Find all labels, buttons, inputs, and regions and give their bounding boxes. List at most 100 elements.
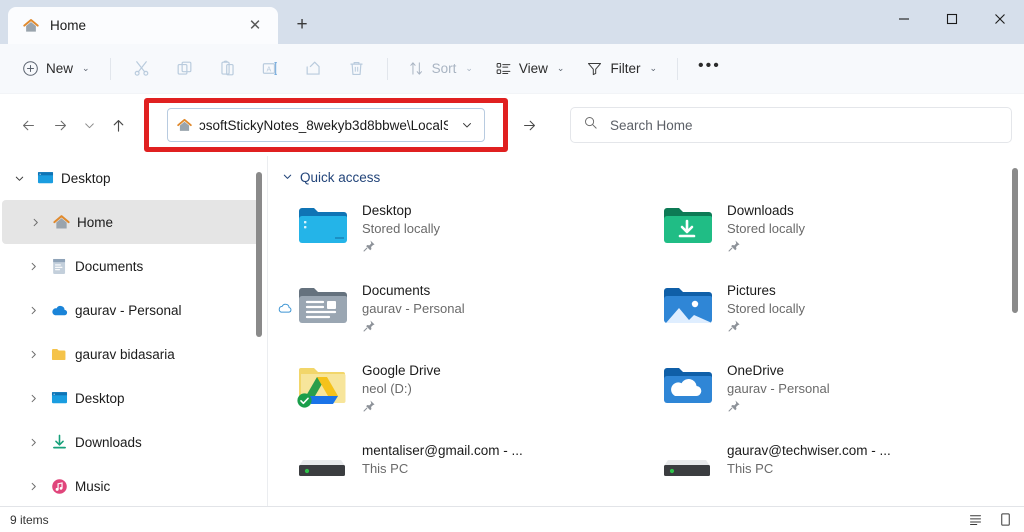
- quick-access-tile[interactable]: Google Drive neol (D:): [294, 351, 659, 431]
- maximize-button[interactable]: [928, 0, 976, 38]
- sidebar-scrollbar[interactable]: [253, 164, 265, 506]
- arrow-up-icon: [113, 119, 123, 132]
- tile-name: Desktop: [362, 203, 412, 218]
- plus-circle-icon: [23, 61, 38, 76]
- sort-button[interactable]: Sort ⌄: [398, 52, 483, 86]
- view-button[interactable]: View ⌄: [485, 52, 575, 86]
- delete-button[interactable]: [336, 52, 377, 86]
- search-input[interactable]: Search Home: [610, 118, 693, 133]
- tile-subtitle: neol (D:): [362, 381, 412, 396]
- chevron-right-icon[interactable]: [22, 255, 44, 277]
- sidebar-item-desktop[interactable]: Desktop: [0, 376, 267, 420]
- more-icon: •••: [698, 57, 721, 75]
- chevron-right-icon[interactable]: [22, 475, 44, 497]
- tile-name: Documents: [362, 283, 431, 298]
- minimize-button[interactable]: [880, 0, 928, 38]
- quick-access-tile[interactable]: Desktop Stored locally: [294, 191, 659, 271]
- close-icon[interactable]: ✕: [242, 13, 268, 39]
- desktop-folder-icon: [294, 199, 350, 251]
- toolbar-divider-2: [386, 57, 388, 80]
- details-view-icon[interactable]: [996, 511, 1014, 529]
- more-options-button[interactable]: •••: [688, 52, 731, 86]
- pin-icon: [727, 399, 741, 413]
- new-button[interactable]: New ⌄: [12, 52, 100, 86]
- sort-label: Sort: [431, 61, 457, 76]
- sidebar-item-label: Documents: [75, 258, 144, 274]
- go-button[interactable]: [514, 110, 544, 140]
- sort-icon: [409, 62, 422, 75]
- explorer-body: Desktop Home Documents gaurav - Personal gau…: [0, 156, 1024, 506]
- new-tab-button[interactable]: +: [284, 8, 320, 42]
- list-view-icon[interactable]: [966, 511, 984, 529]
- quick-access-tile[interactable]: OneDrive gaurav - Personal: [659, 351, 1024, 431]
- quick-access-tile[interactable]: Documents gaurav - Personal: [278, 271, 659, 351]
- filter-label: Filter: [610, 61, 641, 76]
- forward-button[interactable]: [44, 109, 76, 141]
- recent-locations-button[interactable]: [76, 109, 102, 141]
- chevron-down-icon[interactable]: [8, 167, 30, 189]
- tile-subtitle: gaurav - Personal: [727, 381, 830, 396]
- up-button[interactable]: [102, 109, 134, 141]
- quick-access-tile[interactable]: mentaliser@gmail.com - ... This PC: [294, 431, 659, 506]
- content-scrollbar[interactable]: [1009, 162, 1021, 506]
- paste-button[interactable]: [207, 52, 248, 86]
- trash-icon: [349, 61, 363, 76]
- sidebar-item-gaurav-personal[interactable]: gaurav - Personal: [0, 288, 267, 332]
- tab-title: Home: [50, 18, 87, 33]
- file-explorer-window: Home ✕ + New ⌄ A Sort ⌄ View ⌄ Filter ⌄ …: [0, 0, 1024, 532]
- chevron-right-icon[interactable]: [22, 299, 44, 321]
- chevron-down-icon[interactable]: [282, 171, 293, 185]
- arrow-right-icon: [54, 120, 66, 130]
- cut-button[interactable]: [121, 52, 162, 86]
- filter-button[interactable]: Filter ⌄: [576, 52, 667, 86]
- pin-icon: [727, 319, 741, 333]
- documents-icon: [50, 257, 69, 276]
- quick-access-tile[interactable]: Pictures Stored locally: [659, 271, 1024, 351]
- tile-name: gaurav@techwiser.com - ...: [727, 443, 891, 458]
- chevron-down-icon[interactable]: [454, 119, 480, 131]
- chevron-right-icon[interactable]: [24, 211, 46, 233]
- window-controls: [880, 0, 1024, 38]
- sidebar-item-documents[interactable]: Documents: [0, 244, 267, 288]
- address-bar[interactable]: ɔsoftStickyNotes_8wekyb3d8bbwe\LocalStat…: [167, 108, 485, 142]
- new-label: New: [46, 61, 74, 76]
- content-scroll-thumb[interactable]: [1012, 168, 1018, 313]
- sidebar-item-music[interactable]: Music: [0, 464, 267, 506]
- tile-text: Pictures Stored locally: [727, 279, 805, 333]
- tile-text: mentaliser@gmail.com - ... This PC: [362, 439, 523, 476]
- copy-button[interactable]: [164, 52, 205, 86]
- quick-access-header[interactable]: Quick access: [268, 156, 1024, 191]
- chevron-right-icon[interactable]: [22, 431, 44, 453]
- svg-text:A: A: [266, 65, 271, 73]
- sidebar-item-desktop[interactable]: Desktop: [0, 156, 267, 200]
- back-button[interactable]: [12, 109, 44, 141]
- quick-access-tile[interactable]: gaurav@techwiser.com - ... This PC: [659, 431, 1024, 506]
- sidebar-item-label: gaurav bidasaria: [75, 346, 175, 362]
- chevron-right-icon[interactable]: [22, 387, 44, 409]
- quick-access-tile[interactable]: Downloads Stored locally: [659, 191, 1024, 271]
- share-button[interactable]: [293, 52, 334, 86]
- quick-access-label: Quick access: [300, 170, 381, 185]
- view-toggles: [966, 511, 1014, 529]
- rename-icon: A: [262, 62, 277, 75]
- home-icon: [52, 213, 71, 232]
- close-window-button[interactable]: [976, 0, 1024, 38]
- rename-button[interactable]: A: [250, 52, 291, 86]
- sidebar-item-home[interactable]: Home: [2, 200, 261, 244]
- chevron-down-icon: [84, 122, 94, 128]
- chevron-right-icon[interactable]: [22, 343, 44, 365]
- tile-name: mentaliser@gmail.com - ...: [362, 443, 523, 458]
- toolbar-divider-3: [677, 57, 678, 80]
- sidebar-item-label: Downloads: [75, 434, 142, 450]
- cloud-icon: [276, 299, 294, 317]
- sidebar-item-gaurav-bidasaria[interactable]: gaurav bidasaria: [0, 332, 267, 376]
- pin-icon: [362, 239, 376, 253]
- tile-text: Downloads Stored locally: [727, 199, 805, 253]
- tab-home[interactable]: Home ✕: [8, 7, 278, 44]
- sidebar-item-downloads[interactable]: Downloads: [0, 420, 267, 464]
- sidebar-scroll-thumb[interactable]: [256, 172, 262, 337]
- tile-subtitle: This PC: [727, 461, 774, 476]
- status-bar: 9 items: [0, 506, 1024, 532]
- search-box[interactable]: Search Home: [570, 107, 1012, 143]
- navigation-list: Desktop Home Documents gaurav - Personal gau…: [0, 156, 267, 506]
